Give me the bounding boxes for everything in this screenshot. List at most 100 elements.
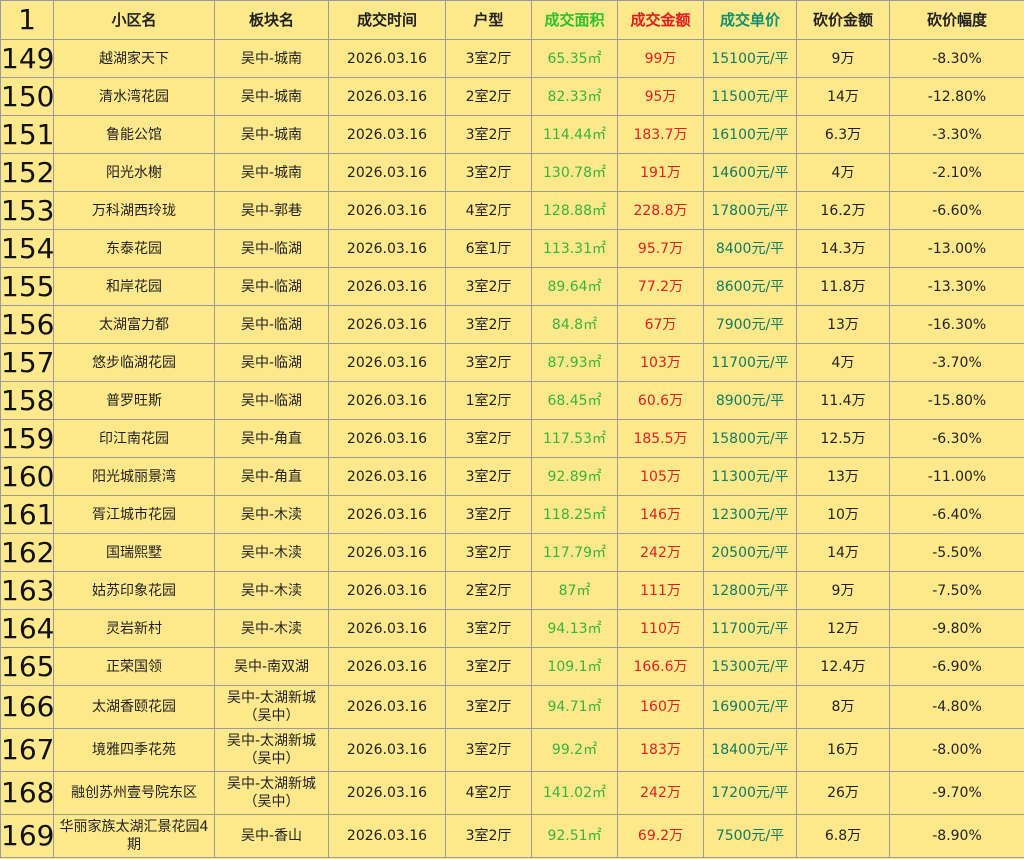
row-number[interactable]: 162 [0, 533, 54, 572]
cell-total[interactable]: 160万 [617, 685, 704, 729]
cell-discount-pct[interactable]: -3.70% [889, 343, 1024, 382]
cell-size[interactable]: 109.1㎡ [531, 647, 618, 686]
cell-date[interactable]: 2026.03.16 [328, 814, 446, 858]
cell-layout[interactable]: 3室2厅 [445, 419, 532, 458]
cell-district[interactable]: 吴中-木渎 [214, 571, 329, 610]
cell-community[interactable]: 越湖家天下 [53, 39, 215, 78]
cell-discount-amount[interactable]: 4万 [796, 153, 890, 192]
cell-size[interactable]: 117.79㎡ [531, 533, 618, 572]
cell-unit-price[interactable]: 14600元/平 [703, 153, 797, 192]
cell-discount-amount[interactable]: 12.5万 [796, 419, 890, 458]
cell-size[interactable]: 87.93㎡ [531, 343, 618, 382]
row-number[interactable]: 157 [0, 343, 54, 382]
cell-total[interactable]: 242万 [617, 533, 704, 572]
cell-district[interactable]: 吴中-太湖新城（吴中） [214, 771, 329, 815]
cell-discount-pct[interactable]: -13.30% [889, 267, 1024, 306]
row-number[interactable]: 167 [0, 728, 54, 772]
cell-community[interactable]: 悠步临湖花园 [53, 343, 215, 382]
row-number[interactable]: 149 [0, 39, 54, 78]
cell-district[interactable]: 吴中-太湖新城（吴中） [214, 728, 329, 772]
cell-discount-pct[interactable]: -7.50% [889, 571, 1024, 610]
cell-community[interactable]: 太湖富力都 [53, 305, 215, 344]
cell-discount-amount[interactable]: 16万 [796, 728, 890, 772]
cell-layout[interactable]: 3室2厅 [445, 343, 532, 382]
cell-unit-price[interactable]: 8600元/平 [703, 267, 797, 306]
col-header-discount-pct[interactable]: 砍价幅度 [889, 0, 1024, 40]
cell-district[interactable]: 吴中-太湖新城（吴中） [214, 685, 329, 729]
cell-discount-pct[interactable]: -8.00% [889, 728, 1024, 772]
cell-community[interactable]: 印江南花园 [53, 419, 215, 458]
cell-unit-price[interactable]: 16100元/平 [703, 115, 797, 154]
cell-unit-price[interactable]: 15100元/平 [703, 39, 797, 78]
cell-community[interactable]: 华丽家族太湖汇景花园4期 [53, 814, 215, 858]
cell-unit-price[interactable]: 18400元/平 [703, 728, 797, 772]
cell-unit-price[interactable]: 8900元/平 [703, 381, 797, 420]
cell-unit-price[interactable]: 12800元/平 [703, 571, 797, 610]
cell-date[interactable]: 2026.03.16 [328, 381, 446, 420]
cell-discount-pct[interactable]: -4.80% [889, 685, 1024, 729]
cell-date[interactable]: 2026.03.16 [328, 609, 446, 648]
cell-size[interactable]: 84.8㎡ [531, 305, 618, 344]
cell-discount-pct[interactable]: -12.80% [889, 77, 1024, 116]
cell-district[interactable]: 吴中-郭巷 [214, 191, 329, 230]
cell-community[interactable]: 灵岩新村 [53, 609, 215, 648]
row-number[interactable]: 159 [0, 419, 54, 458]
row-number[interactable]: 155 [0, 267, 54, 306]
cell-layout[interactable]: 3室2厅 [445, 457, 532, 496]
row-number[interactable]: 156 [0, 305, 54, 344]
cell-unit-price[interactable]: 17800元/平 [703, 191, 797, 230]
cell-total[interactable]: 105万 [617, 457, 704, 496]
cell-discount-pct[interactable]: -9.70% [889, 771, 1024, 815]
cell-size[interactable]: 130.78㎡ [531, 153, 618, 192]
row-number[interactable]: 166 [0, 685, 54, 729]
cell-total[interactable]: 166.6万 [617, 647, 704, 686]
cell-total[interactable]: 95.7万 [617, 229, 704, 268]
cell-total[interactable]: 110万 [617, 609, 704, 648]
cell-community[interactable]: 胥江城市花园 [53, 495, 215, 534]
cell-discount-amount[interactable]: 4万 [796, 343, 890, 382]
cell-community[interactable]: 鲁能公馆 [53, 115, 215, 154]
cell-unit-price[interactable]: 11700元/平 [703, 343, 797, 382]
cell-district[interactable]: 吴中-城南 [214, 115, 329, 154]
cell-discount-pct[interactable]: -3.30% [889, 115, 1024, 154]
cell-discount-pct[interactable]: -6.40% [889, 495, 1024, 534]
cell-layout[interactable]: 3室2厅 [445, 609, 532, 648]
cell-unit-price[interactable]: 7900元/平 [703, 305, 797, 344]
cell-total[interactable]: 146万 [617, 495, 704, 534]
col-header-unit-price[interactable]: 成交单价 [703, 0, 797, 40]
cell-discount-amount[interactable]: 12.4万 [796, 647, 890, 686]
cell-community[interactable]: 东泰花园 [53, 229, 215, 268]
cell-discount-amount[interactable]: 14万 [796, 533, 890, 572]
cell-total[interactable]: 185.5万 [617, 419, 704, 458]
cell-community[interactable]: 姑苏印象花园 [53, 571, 215, 610]
row-number[interactable]: 152 [0, 153, 54, 192]
cell-community[interactable]: 国瑞熙墅 [53, 533, 215, 572]
cell-layout[interactable]: 4室2厅 [445, 191, 532, 230]
cell-layout[interactable]: 1室2厅 [445, 381, 532, 420]
cell-total[interactable]: 183万 [617, 728, 704, 772]
cell-unit-price[interactable]: 15300元/平 [703, 647, 797, 686]
cell-date[interactable]: 2026.03.16 [328, 191, 446, 230]
cell-discount-amount[interactable]: 6.8万 [796, 814, 890, 858]
cell-total[interactable]: 228.8万 [617, 191, 704, 230]
col-header-date[interactable]: 成交时间 [328, 0, 446, 40]
cell-layout[interactable]: 4室2厅 [445, 771, 532, 815]
cell-date[interactable]: 2026.03.16 [328, 77, 446, 116]
cell-layout[interactable]: 3室2厅 [445, 533, 532, 572]
cell-size[interactable]: 68.45㎡ [531, 381, 618, 420]
cell-layout[interactable]: 3室2厅 [445, 495, 532, 534]
cell-unit-price[interactable]: 17200元/平 [703, 771, 797, 815]
cell-discount-amount[interactable]: 26万 [796, 771, 890, 815]
row-number[interactable]: 161 [0, 495, 54, 534]
row-number[interactable]: 164 [0, 609, 54, 648]
cell-community[interactable]: 境雅四季花苑 [53, 728, 215, 772]
cell-discount-pct[interactable]: -6.30% [889, 419, 1024, 458]
row-number[interactable]: 151 [0, 115, 54, 154]
cell-size[interactable]: 82.33㎡ [531, 77, 618, 116]
cell-unit-price[interactable]: 11700元/平 [703, 609, 797, 648]
cell-community[interactable]: 普罗旺斯 [53, 381, 215, 420]
cell-size[interactable]: 113.31㎡ [531, 229, 618, 268]
cell-unit-price[interactable]: 8400元/平 [703, 229, 797, 268]
cell-unit-price[interactable]: 11500元/平 [703, 77, 797, 116]
cell-size[interactable]: 114.44㎡ [531, 115, 618, 154]
